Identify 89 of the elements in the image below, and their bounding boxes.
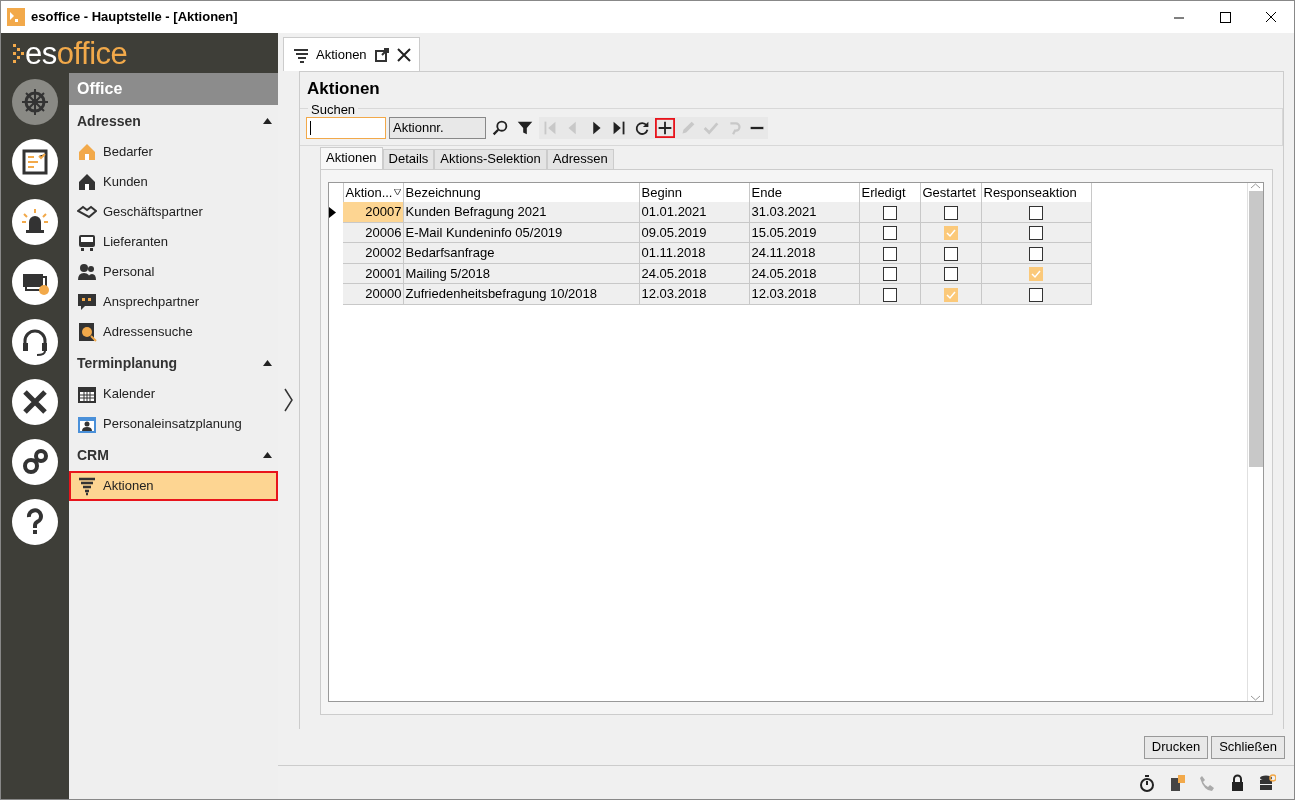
search-input[interactable] xyxy=(306,116,386,139)
sub-tab[interactable]: Aktions-Selektion xyxy=(434,148,547,169)
sub-tab[interactable]: Aktionen xyxy=(320,146,383,169)
nav-header: Office xyxy=(69,73,278,105)
table-cell: 01.01.2021 xyxy=(639,202,749,222)
table-cell: 20001 xyxy=(343,263,403,284)
people-icon xyxy=(77,262,97,282)
house-icon xyxy=(77,172,97,192)
checkbox[interactable] xyxy=(943,205,958,220)
nav-item[interactable]: Personal xyxy=(69,257,278,287)
table-cell: 20006 xyxy=(343,222,403,243)
module-button[interactable] xyxy=(12,319,58,365)
popout-icon[interactable] xyxy=(374,47,389,62)
calendar-icon xyxy=(77,384,97,404)
module-button[interactable] xyxy=(12,379,58,425)
column-header[interactable]: Erledigt xyxy=(861,182,918,202)
stopwatch-icon[interactable] xyxy=(1138,773,1156,792)
table-cell: 20002 xyxy=(343,242,403,263)
page-title: Aktionen xyxy=(306,78,381,100)
column-header[interactable]: Ende xyxy=(751,182,857,202)
close-button[interactable] xyxy=(1263,9,1279,25)
calendar-person-icon xyxy=(77,414,97,434)
document-tab[interactable]: Aktionen xyxy=(283,37,420,71)
app-logo-icon xyxy=(7,8,25,26)
close-button[interactable]: Schließen xyxy=(1211,735,1285,759)
collapse-caret-icon[interactable] xyxy=(263,360,272,366)
logo-mark-icon xyxy=(13,42,25,64)
house-icon xyxy=(77,142,97,162)
table-cell: 20007 xyxy=(343,202,403,222)
speech-bubble-icon xyxy=(77,292,97,312)
column-header[interactable]: Bezeichnung xyxy=(405,182,637,202)
column-header[interactable]: Gestartet xyxy=(922,182,979,202)
nav-item[interactable]: Kalender xyxy=(69,379,278,409)
nav-item[interactable]: Personaleinsatzplanung xyxy=(69,409,278,439)
table-cell: Kunden Befragung 2021 xyxy=(403,202,639,222)
checkbox[interactable] xyxy=(1029,287,1043,302)
collapse-caret-icon[interactable] xyxy=(263,452,272,458)
checkbox[interactable] xyxy=(1029,246,1043,261)
collapse-caret-icon[interactable] xyxy=(263,118,272,124)
scroll-up-icon[interactable] xyxy=(1251,182,1260,189)
nav-item[interactable]: Lieferanten xyxy=(69,227,278,257)
search-field-dropdown[interactable]: Aktionnr. xyxy=(389,116,486,139)
module-button[interactable] xyxy=(12,199,58,245)
table-cell: 20000 xyxy=(343,283,403,304)
checkbox[interactable] xyxy=(1029,205,1043,220)
nav-item[interactable]: Aktionen xyxy=(69,471,278,501)
scroll-down-icon[interactable] xyxy=(1251,695,1260,701)
logo-text: esoffice xyxy=(25,37,128,69)
truck-icon xyxy=(77,232,97,252)
building-icon[interactable] xyxy=(1168,773,1186,792)
checkbox[interactable] xyxy=(943,226,958,241)
nav-item[interactable]: Kunden xyxy=(69,167,278,197)
checkbox[interactable] xyxy=(943,246,958,261)
checkbox[interactable] xyxy=(1029,267,1043,282)
checkbox[interactable] xyxy=(882,267,897,282)
table-cell: 31.03.2021 xyxy=(749,202,859,222)
group-title: Terminplanung xyxy=(77,353,178,373)
wheel-icon xyxy=(19,86,51,118)
nav-item[interactable]: Ansprechpartner xyxy=(69,287,278,317)
checkbox[interactable] xyxy=(943,287,958,302)
maximize-button[interactable] xyxy=(1217,9,1233,25)
checkbox[interactable] xyxy=(882,226,897,241)
person-search-icon xyxy=(77,322,97,342)
nav-item[interactable]: Adressensuche xyxy=(69,317,278,347)
expand-chevron-icon[interactable] xyxy=(283,388,294,412)
column-header[interactable]: Aktion... xyxy=(345,182,401,202)
scrollbar-thumb[interactable] xyxy=(1248,190,1263,467)
checkbox[interactable] xyxy=(943,267,958,282)
checkbox[interactable] xyxy=(882,287,897,302)
add-icon[interactable] xyxy=(655,116,675,139)
nav-item[interactable]: Bedarfer xyxy=(69,137,278,167)
database-icon[interactable] xyxy=(1258,773,1276,792)
module-button[interactable] xyxy=(12,139,58,185)
checkbox[interactable] xyxy=(882,246,897,261)
window-title: esoffice - Hauptstelle - [Aktionen] xyxy=(31,8,238,27)
checkbox[interactable] xyxy=(882,205,897,220)
group-title: CRM xyxy=(77,445,109,465)
module-button[interactable] xyxy=(12,439,58,485)
sub-tab[interactable]: Details xyxy=(382,148,435,169)
nav-item[interactable]: Geschäftspartner xyxy=(69,197,278,227)
sub-tab[interactable]: Adressen xyxy=(546,148,614,169)
checkbox[interactable] xyxy=(1029,226,1043,241)
print-button[interactable]: Drucken xyxy=(1143,735,1209,759)
group-title: Adressen xyxy=(77,111,141,131)
column-header[interactable]: Beginn xyxy=(641,182,747,202)
close-icon[interactable] xyxy=(396,47,411,62)
column-header[interactable]: Responseaktion xyxy=(983,182,1089,202)
module-button[interactable] xyxy=(12,259,58,305)
module-button[interactable] xyxy=(12,499,58,545)
